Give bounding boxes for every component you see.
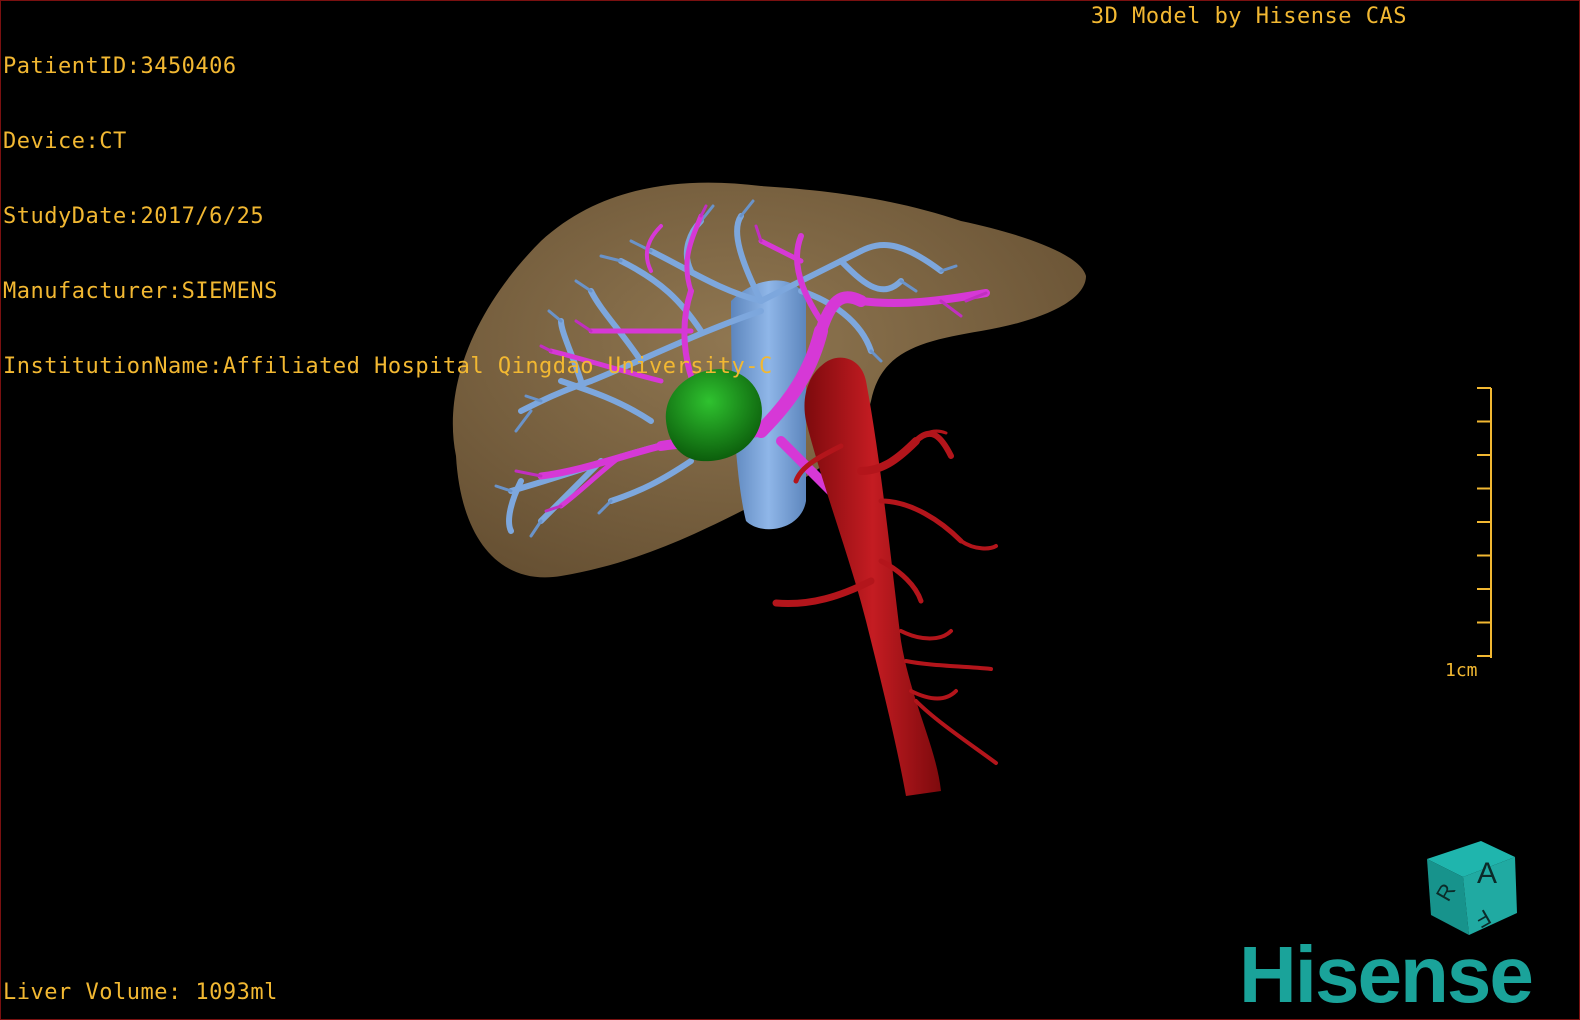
cube-face-anterior: A — [1477, 857, 1497, 890]
device: Device:CT — [3, 129, 127, 154]
3d-viewport[interactable]: PatientID:3450406 Device:CT StudyDate:20… — [0, 0, 1580, 1020]
institution-name: InstitutionName:Affiliated Hospital Qing… — [3, 354, 773, 379]
scale-label: 1cm — [1445, 660, 1478, 681]
orientation-cube[interactable]: A R F — [1419, 837, 1523, 941]
model-credit: 3D Model by Hisense CAS — [1090, 4, 1407, 29]
dicom-info: PatientID:3450406 Device:CT StudyDate:20… — [3, 4, 773, 429]
manufacturer: Manufacturer:SIEMENS — [3, 279, 278, 304]
liver-volume: Liver Volume: 1093ml — [3, 980, 278, 1005]
scale-bar — [1477, 387, 1492, 658]
hisense-logo: Hisense — [1239, 930, 1534, 1019]
aorta — [804, 357, 941, 796]
patient-id: PatientID:3450406 — [3, 54, 237, 79]
study-date: StudyDate:2017/6/25 — [3, 204, 265, 229]
